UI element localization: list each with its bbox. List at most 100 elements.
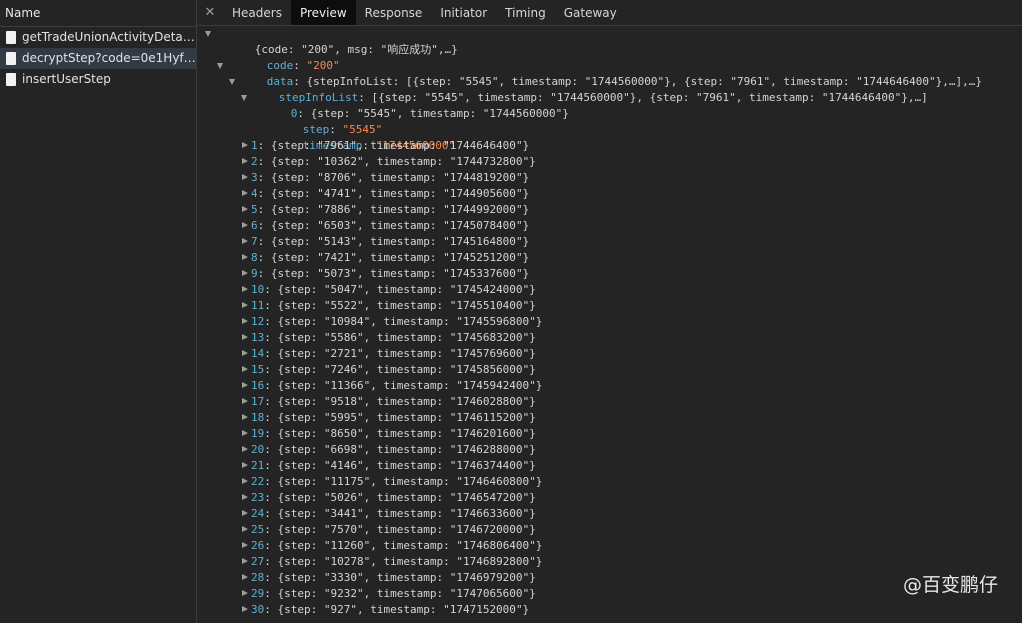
list-item[interactable]: 12: {step: "10984", timestamp: "17455968… xyxy=(197,314,1022,330)
collapse-triangle-icon[interactable] xyxy=(242,206,248,212)
collapse-triangle-icon[interactable] xyxy=(242,430,248,436)
list-item[interactable]: 28: {step: "3330", timestamp: "174697920… xyxy=(197,570,1022,586)
document-icon xyxy=(6,73,16,86)
list-item[interactable]: 1: {step: "7961", timestamp: "1744646400… xyxy=(197,138,1022,154)
index-label: 12 xyxy=(251,315,265,328)
list-item[interactable]: 9: {step: "5073", timestamp: "1745337600… xyxy=(197,266,1022,282)
collapse-triangle-icon[interactable] xyxy=(242,302,248,308)
expand-triangle-icon[interactable] xyxy=(205,31,211,37)
index-label: 30 xyxy=(251,603,265,616)
document-icon xyxy=(6,52,16,65)
step-value: 8650 xyxy=(330,427,357,440)
collapse-triangle-icon[interactable] xyxy=(242,334,248,340)
step-value: 5073 xyxy=(323,267,351,280)
tab-gateway[interactable]: Gateway xyxy=(555,0,626,25)
tab-preview[interactable]: Preview xyxy=(290,0,356,25)
list-item[interactable]: 17: {step: "9518", timestamp: "174602880… xyxy=(197,394,1022,410)
list-item[interactable]: 5: {step: "7886", timestamp: "1744992000… xyxy=(197,202,1022,218)
request-item-decrypt-step[interactable]: decryptStep?code=0e1HyfGa1... xyxy=(0,48,196,69)
list-item[interactable]: 25: {step: "7570", timestamp: "174672000… xyxy=(197,522,1022,538)
collapse-triangle-icon[interactable] xyxy=(242,590,248,596)
collapse-triangle-icon[interactable] xyxy=(242,606,248,612)
step-value: 7961 xyxy=(323,139,351,152)
collapse-triangle-icon[interactable] xyxy=(242,526,248,532)
list-item[interactable]: 13: {step: "5586", timestamp: "174568320… xyxy=(197,330,1022,346)
list-item[interactable]: 6: {step: "6503", timestamp: "1745078400… xyxy=(197,218,1022,234)
timestamp-value: 1746374400 xyxy=(456,459,523,472)
list-item[interactable]: 15: {step: "7246", timestamp: "174585600… xyxy=(197,362,1022,378)
list-item[interactable]: 24: {step: "3441", timestamp: "174663360… xyxy=(197,506,1022,522)
tab-timing[interactable]: Timing xyxy=(496,0,555,25)
collapse-triangle-icon[interactable] xyxy=(242,286,248,292)
timestamp-value: 1745856000 xyxy=(456,363,523,376)
index-label: 27 xyxy=(251,555,265,568)
tree-row-item-0[interactable]: 0: {step: "5545", timestamp: "1744560000… xyxy=(197,90,1022,120)
list-item[interactable]: 30: {step: "927", timestamp: "1747152000… xyxy=(197,602,1022,618)
collapse-triangle-icon[interactable] xyxy=(242,414,248,420)
close-icon[interactable]: ✕ xyxy=(197,0,223,25)
timestamp-value: 1746979200 xyxy=(456,571,523,584)
expand-triangle-icon[interactable] xyxy=(229,79,235,85)
collapse-triangle-icon[interactable] xyxy=(242,142,248,148)
expand-triangle-icon[interactable] xyxy=(241,95,247,101)
collapse-triangle-icon[interactable] xyxy=(242,270,248,276)
tree-row-step-info-list[interactable]: stepInfoList: [{step: "5545", timestamp:… xyxy=(197,74,1022,104)
collapse-triangle-icon[interactable] xyxy=(242,542,248,548)
collapse-triangle-icon[interactable] xyxy=(242,558,248,564)
collapse-triangle-icon[interactable] xyxy=(242,478,248,484)
list-item[interactable]: 26: {step: "11260", timestamp: "17468064… xyxy=(197,538,1022,554)
list-item[interactable]: 23: {step: "5026", timestamp: "174654720… xyxy=(197,490,1022,506)
timestamp-value: 1745942400 xyxy=(462,379,530,392)
list-item[interactable]: 18: {step: "5995", timestamp: "174611520… xyxy=(197,410,1022,426)
tab-initiator[interactable]: Initiator xyxy=(431,0,496,25)
list-item[interactable]: 27: {step: "10278", timestamp: "17468928… xyxy=(197,554,1022,570)
timestamp-value: 1745337600 xyxy=(449,267,516,280)
tab-headers[interactable]: Headers xyxy=(223,0,291,25)
list-item[interactable]: 16: {step: "11366", timestamp: "17459424… xyxy=(197,378,1022,394)
collapse-triangle-icon[interactable] xyxy=(242,398,248,404)
collapse-triangle-icon[interactable] xyxy=(242,462,248,468)
collapse-triangle-icon[interactable] xyxy=(242,158,248,164)
tree-root-row[interactable]: {code: "200", msg: "响应成功",…} xyxy=(197,26,1022,56)
list-item[interactable]: 4: {step: "4741", timestamp: "1744905600… xyxy=(197,186,1022,202)
timestamp-value: 1745596800 xyxy=(462,315,530,328)
collapse-triangle-icon[interactable] xyxy=(242,222,248,228)
list-item[interactable]: 8: {step: "7421", timestamp: "1745251200… xyxy=(197,250,1022,266)
collapse-triangle-icon[interactable] xyxy=(242,238,248,244)
list-item[interactable]: 19: {step: "8650", timestamp: "174620160… xyxy=(197,426,1022,442)
index-label: 3 xyxy=(251,171,258,184)
request-item-trade-union[interactable]: getTradeUnionActivityDetailsB... xyxy=(0,27,196,48)
step-value: 10278 xyxy=(330,555,364,568)
list-item[interactable]: 11: {step: "5522", timestamp: "174551040… xyxy=(197,298,1022,314)
collapse-triangle-icon[interactable] xyxy=(242,318,248,324)
collapse-triangle-icon[interactable] xyxy=(242,510,248,516)
collapse-triangle-icon[interactable] xyxy=(242,190,248,196)
list-item[interactable]: 10: {step: "5047", timestamp: "174542400… xyxy=(197,282,1022,298)
list-item[interactable]: 21: {step: "4146", timestamp: "174637440… xyxy=(197,458,1022,474)
collapse-triangle-icon[interactable] xyxy=(242,574,248,580)
collapse-triangle-icon[interactable] xyxy=(242,350,248,356)
expand-triangle-icon[interactable] xyxy=(217,63,223,69)
list-item[interactable]: 2: {step: "10362", timestamp: "174473280… xyxy=(197,154,1022,170)
index-label: 2 xyxy=(251,155,258,168)
collapse-triangle-icon[interactable] xyxy=(242,446,248,452)
list-item[interactable]: 7: {step: "5143", timestamp: "1745164800… xyxy=(197,234,1022,250)
collapse-triangle-icon[interactable] xyxy=(242,174,248,180)
request-name: decryptStep?code=0e1HyfGa1... xyxy=(22,51,196,65)
collapse-triangle-icon[interactable] xyxy=(242,494,248,500)
tree-row-data[interactable]: data: {stepInfoList: [{step: "5545", tim… xyxy=(197,58,1022,88)
collapse-triangle-icon[interactable] xyxy=(242,382,248,388)
collapse-triangle-icon[interactable] xyxy=(242,254,248,260)
list-item[interactable]: 3: {step: "8706", timestamp: "1744819200… xyxy=(197,170,1022,186)
step-value: 11175 xyxy=(330,475,364,488)
list-item[interactable]: 29: {step: "9232", timestamp: "174706560… xyxy=(197,586,1022,602)
tab-response[interactable]: Response xyxy=(356,0,432,25)
timestamp-value: 1746460800 xyxy=(462,475,530,488)
list-item[interactable]: 22: {step: "11175", timestamp: "17464608… xyxy=(197,474,1022,490)
collapse-triangle-icon[interactable] xyxy=(242,366,248,372)
name-column-header[interactable]: Name xyxy=(0,0,196,27)
list-item[interactable]: 20: {step: "6698", timestamp: "174628800… xyxy=(197,442,1022,458)
list-item[interactable]: 14: {step: "2721", timestamp: "174576960… xyxy=(197,346,1022,362)
request-item-insert-user-step[interactable]: insertUserStep xyxy=(0,69,196,90)
index-label: 13 xyxy=(251,331,265,344)
